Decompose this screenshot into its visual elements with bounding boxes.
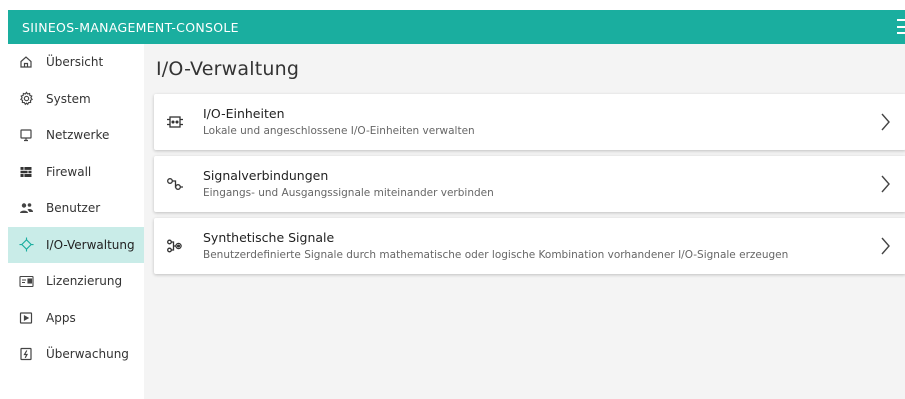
sidebar: Übersicht System Netzwerke Firewall Benu… [8, 44, 144, 399]
card-synthetische-signale[interactable]: Synthetische Signale Benutzerdefinierte … [154, 218, 905, 274]
card-subtitle: Benutzerdefinierte Signale durch mathema… [203, 249, 789, 261]
gear-icon [18, 91, 34, 107]
card-subtitle: Lokale und angeschlossene I/O-Einheiten … [203, 125, 475, 137]
sidebar-item-lizenzierung[interactable]: Lizenzierung [8, 263, 144, 300]
synthetic-signal-icon [166, 237, 184, 255]
users-icon [18, 200, 34, 216]
card-title: Signalverbindungen [203, 168, 329, 183]
sidebar-item-label: Benutzer [46, 201, 101, 216]
chevron-right-icon [878, 110, 892, 134]
card-subtitle: Eingangs- und Ausgangssignale miteinande… [203, 187, 494, 199]
page-title: I/O-Verwaltung [156, 58, 300, 80]
apps-icon [18, 310, 34, 326]
monitoring-icon [18, 346, 34, 362]
sidebar-item-io-verwaltung[interactable]: I/O-Verwaltung [8, 226, 144, 263]
license-icon [18, 273, 34, 289]
firewall-icon [18, 164, 34, 180]
chevron-right-icon [878, 172, 892, 196]
app-title: SIINEOS-MANAGEMENT-CONSOLE [22, 19, 239, 35]
card-title: Synthetische Signale [203, 230, 335, 245]
sidebar-item-label: Lizenzierung [46, 274, 123, 289]
sidebar-item-label: Übersicht [46, 55, 104, 70]
sidebar-item-label: Apps [46, 310, 76, 325]
sidebar-item-label: System [46, 91, 91, 106]
monitor-icon [18, 127, 34, 143]
sidebar-item-apps[interactable]: Apps [8, 300, 144, 337]
sidebar-item-uebersicht[interactable]: Übersicht [8, 44, 144, 81]
sidebar-item-firewall[interactable]: Firewall [8, 154, 144, 191]
home-icon [18, 54, 34, 70]
card-io-einheiten[interactable]: I/O-Einheiten Lokale und angeschlossene … [154, 94, 905, 150]
card-signalverbindungen[interactable]: Signalverbindungen Eingangs- und Ausgang… [154, 156, 905, 212]
sidebar-item-system[interactable]: System [8, 81, 144, 118]
sidebar-item-label: Firewall [46, 164, 92, 179]
sidebar-item-ueberwachung[interactable]: Überwachung [8, 336, 144, 373]
sidebar-item-netzwerke[interactable]: Netzwerke [8, 117, 144, 154]
app-header: SIINEOS-MANAGEMENT-CONSOLE [8, 10, 905, 44]
io-icon [18, 237, 34, 253]
sidebar-item-benutzer[interactable]: Benutzer [8, 190, 144, 227]
sidebar-item-label: Netzwerke [46, 128, 110, 143]
card-title: I/O-Einheiten [203, 106, 285, 121]
main-content: I/O-Verwaltung I/O-Einheiten Lokale und … [144, 44, 905, 399]
sidebar-item-label: Überwachung [46, 347, 129, 362]
hamburger-icon[interactable] [897, 19, 905, 34]
sidebar-item-label: I/O-Verwaltung [46, 237, 135, 252]
signal-connection-icon [166, 175, 184, 193]
chevron-right-icon [878, 234, 892, 258]
io-unit-icon [166, 113, 184, 131]
